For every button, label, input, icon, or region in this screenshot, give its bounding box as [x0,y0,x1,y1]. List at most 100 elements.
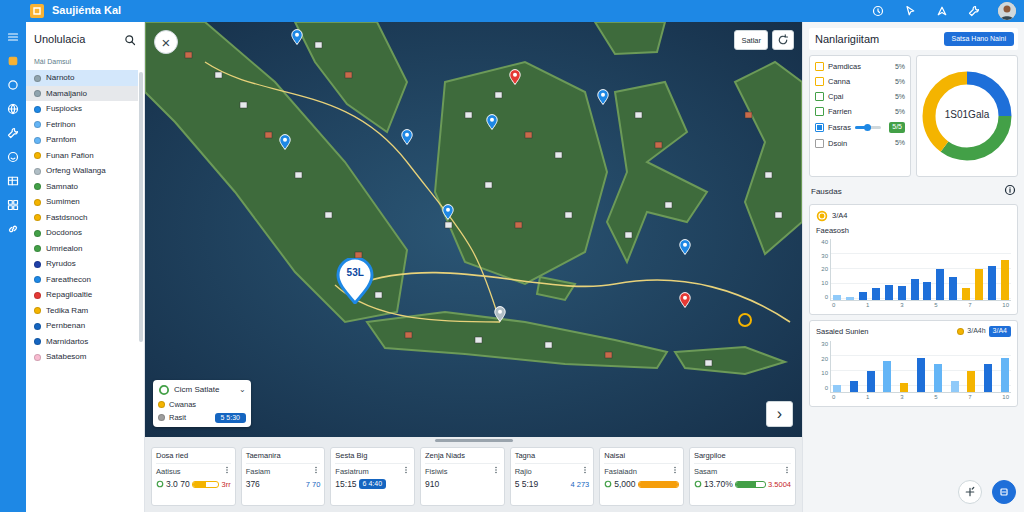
sidebar-item-body[interactable]: Umriealon [26,241,138,257]
info-button[interactable] [1004,184,1016,199]
sidebar-item[interactable]: Fuspiocks [26,101,138,117]
rail-button[interactable] [4,174,22,188]
toolbar-button[interactable] [870,3,886,19]
map-pin-icon[interactable] [509,69,521,85]
add-button[interactable] [958,480,982,504]
sidebar-item-body[interactable]: Ryrudos [26,256,138,272]
stat-menu[interactable] [492,466,500,476]
focus-pin[interactable]: 53L [336,258,374,304]
toolbar-button[interactable] [902,3,918,19]
legend-checkbox[interactable] [815,62,824,71]
chart-bar[interactable] [900,383,908,391]
toolbar-button[interactable] [934,3,950,19]
sidebar-item-body[interactable]: Funan Pafion [26,148,138,164]
stat-card[interactable]: TaemaniraFasiam3767 70 [241,447,326,506]
chart-bar[interactable] [1001,358,1009,392]
chart-bar[interactable] [936,269,944,300]
scrollbar-thumb[interactable] [139,72,143,342]
legend-row[interactable]: Fasras5/5 [815,122,905,132]
stat-menu[interactable] [783,466,791,476]
primary-action-button[interactable]: Satsa Hano Naini [944,32,1014,46]
drag-handle[interactable] [435,439,513,442]
chart-bar[interactable] [949,277,957,300]
chart-bar[interactable] [967,371,975,391]
rail-button[interactable] [4,222,22,236]
rail-button[interactable] [4,198,22,212]
close-button[interactable]: × [154,30,178,54]
sidebar-item-body[interactable]: Repagiloaltie [26,287,138,303]
sidebar-item[interactable]: Orfeng Wallanga [26,163,138,179]
chart-bar[interactable] [934,364,942,391]
layers-button[interactable] [992,480,1016,504]
rail-button[interactable] [4,78,22,92]
sidebar-item[interactable]: Fareathecon [26,272,138,288]
chart-bar[interactable] [917,358,925,392]
stat-card[interactable]: Zenja NiadsFisiwis910 [420,447,505,506]
scrollbar[interactable] [138,70,144,512]
sidebar-item[interactable]: Mamaljanio [26,86,138,102]
stat-card[interactable]: Sesta BigFasiatrum15:156 4:40 [330,447,415,506]
sidebar-item[interactable]: Satabesom [26,349,138,365]
legend-row[interactable]: Canna5% [815,77,905,86]
chart-bar[interactable] [872,288,880,300]
sidebar-item-body[interactable]: Parnfom [26,132,138,148]
map-pin-icon[interactable] [442,204,454,220]
legend-row[interactable]: Farrien5% [815,107,905,116]
chart-bar[interactable] [867,371,875,391]
stat-menu[interactable] [312,466,320,476]
map-pin-icon[interactable] [494,306,506,322]
search-button[interactable] [122,32,138,48]
sidebar-item[interactable]: Fastdsnoch [26,210,138,226]
stat-menu[interactable] [402,466,410,476]
layer-card-header[interactable]: Cicm Satlate⌄ [158,384,246,396]
collapse-toggle[interactable]: ⌄ [239,385,246,395]
sidebar-item[interactable]: Ryrudos [26,256,138,272]
chart-bar[interactable] [846,297,854,300]
legend-checkbox[interactable] [815,107,824,116]
chart-bar[interactable] [923,282,931,300]
chart-bar[interactable] [975,269,983,300]
sidebar-item-body[interactable]: Narnoto [26,70,138,86]
stat-menu[interactable] [223,466,231,476]
map[interactable]: 53L×Satlar›Cicm Satlate⌄CwanasRasit5 5:3… [145,22,802,437]
next-button[interactable]: › [766,401,793,427]
rail-button[interactable] [4,54,22,68]
chart-bar[interactable] [951,381,959,391]
stat-menu[interactable] [581,466,589,476]
sidebar-item-body[interactable]: Sumimen [26,194,138,210]
sidebar-item[interactable]: Tedika Ram [26,303,138,319]
sidebar-item[interactable]: Pernbenan [26,318,138,334]
legend-row[interactable]: Cpai5% [815,92,905,101]
layer-row[interactable]: Cwanas [158,396,246,409]
map-pin-icon[interactable] [679,292,691,308]
map-pin-icon[interactable] [679,239,691,255]
legend-checkbox[interactable] [815,77,824,86]
sidebar-item[interactable]: Umriealon [26,241,138,257]
chart-bar[interactable] [885,285,893,300]
sidebar-item[interactable]: Funan Pafion [26,148,138,164]
stat-card[interactable]: TagnaRajio5 5:194 273 [510,447,595,506]
stat-menu[interactable] [671,466,679,476]
filter-button[interactable]: Satlar [734,30,768,50]
stat-card[interactable]: NaisaiFasiaiadn5,000 [599,447,684,506]
rail-button[interactable] [4,30,22,44]
chart-bar[interactable] [984,364,992,391]
sidebar-item[interactable]: Parnfom [26,132,138,148]
sidebar-item-body[interactable]: Fastdsnoch [26,210,138,226]
legend-checkbox[interactable] [815,139,824,148]
sidebar-item-body[interactable]: Fareathecon [26,272,138,288]
sidebar-item-body[interactable]: Fetrihon [26,117,138,133]
sidebar-item-body[interactable]: Pernbenan [26,318,138,334]
sidebar-item-body[interactable]: Marnidartos [26,334,138,350]
legend-row[interactable]: Dsoin5% [815,139,905,148]
refresh-button[interactable] [772,30,794,50]
rail-button[interactable] [4,102,22,116]
map-pin-icon[interactable] [486,114,498,130]
sidebar-item[interactable]: Narnoto [26,70,138,86]
sidebar-item[interactable]: Docdonos [26,225,138,241]
map-pin-icon[interactable] [291,29,303,45]
chart-bar[interactable] [1001,260,1009,300]
chart-bar[interactable] [833,295,841,300]
legend-slider[interactable] [855,126,881,129]
legend-checkbox[interactable] [815,123,824,132]
